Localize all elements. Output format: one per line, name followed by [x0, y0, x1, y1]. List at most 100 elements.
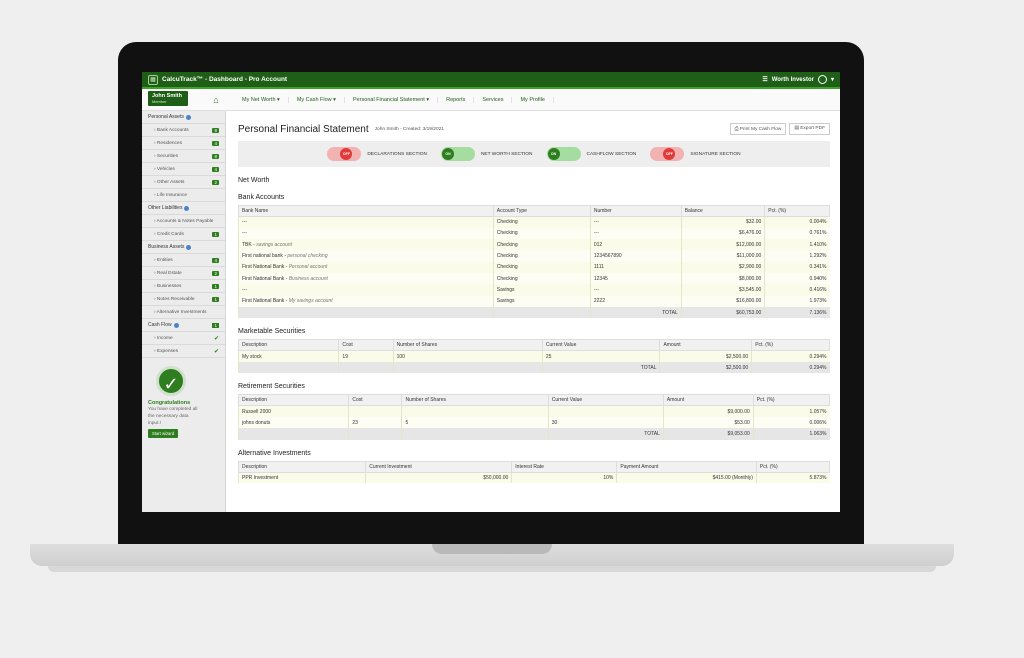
table-row[interactable]: PPR Investment $50,000.00 10% $415.00 (Mont… — [237, 472, 830, 484]
table-cell: $9,000.00 — [662, 405, 754, 418]
table-cell: 1234567890 — [589, 250, 682, 262]
table-cell: 100 — [392, 350, 543, 362]
sidebar-item[interactable]: › Accounts & Notes Payable — [142, 215, 225, 228]
column-header[interactable]: Pct. (%) — [755, 460, 831, 473]
nav-item[interactable]: My Net Worth ▾ — [234, 96, 289, 103]
table-cell: --- — [589, 216, 682, 228]
toggle-switch[interactable]: OFF — [650, 147, 685, 161]
table-cell — [237, 361, 339, 374]
column-header[interactable]: Pct. (%) — [752, 394, 831, 407]
column-header[interactable]: Amount — [662, 394, 754, 407]
column-header[interactable]: Interest Rate — [511, 460, 618, 473]
info-icon[interactable] — [185, 114, 191, 120]
table-cell — [492, 306, 591, 319]
table-row[interactable]: TBK - savings account Checking 012 $12,000.… — [238, 239, 830, 251]
table-cell — [238, 306, 494, 319]
table-row[interactable]: First National Bank - My savings account… — [238, 295, 830, 307]
info-icon[interactable] — [184, 205, 190, 211]
sidebar-item[interactable]: › Bank Accounts 8 — [142, 124, 225, 137]
nav-item[interactable]: Services — [474, 96, 513, 103]
table-row[interactable]: --- Savings --- $3,545.00 0.416% — [238, 284, 830, 296]
toggle-switch[interactable]: ON — [440, 147, 475, 161]
nav-item[interactable]: My Profile — [512, 96, 554, 103]
bank-name: First national bank — [242, 253, 283, 260]
sidebar-item[interactable]: › Credit Cards 1 — [142, 228, 225, 241]
sidebar-item[interactable]: › Securities 8 — [142, 150, 225, 163]
table-cell: $16,800.00 — [680, 295, 765, 307]
sidebar-item[interactable]: › Expenses ✔ — [142, 345, 225, 358]
column-header[interactable]: Bank Name — [238, 205, 494, 217]
table-cell: TBK - savings account — [238, 239, 494, 251]
table-row[interactable]: My stock 19 100 25 $2,500.00 0.294% — [237, 350, 830, 362]
column-header[interactable]: Pct. (%) — [764, 205, 830, 217]
toggle-knob: OFF — [663, 148, 676, 160]
column-header[interactable]: Number — [589, 205, 682, 217]
toggle-switch[interactable]: ON — [546, 147, 581, 161]
table-cell: 1.973% — [764, 295, 830, 307]
table-row[interactable]: --- Checking --- $32.00 0.004% — [238, 216, 830, 228]
nav-item[interactable]: Personal Financial Statement ▾ — [345, 96, 439, 103]
menu-icon[interactable]: ☰ — [762, 76, 767, 83]
table-row[interactable]: johns donuts 23 5 30 $53.00 0.006% — [237, 417, 830, 429]
sidebar-item[interactable]: › Residences 4 — [142, 137, 225, 150]
column-header[interactable]: Pct. (%) — [751, 339, 830, 352]
print-cash-flow-button[interactable]: ⎙ Print My Cash Flow — [729, 123, 787, 135]
column-header[interactable]: Description — [237, 394, 350, 407]
column-header[interactable]: Amount — [659, 339, 753, 352]
column-header[interactable]: Number of Shares — [401, 394, 549, 407]
info-icon[interactable] — [186, 244, 192, 250]
sidebar-item[interactable]: › Income ✔ — [142, 332, 225, 345]
table-row[interactable]: First national bank - personal checking C… — [238, 250, 830, 262]
table-cell: 0.004% — [764, 216, 830, 228]
sidebar-item[interactable]: › Notes Receivable 1 — [142, 293, 225, 306]
table-cell: Checking — [492, 250, 591, 262]
column-header[interactable]: Cost — [338, 339, 394, 352]
table-cell: Savings — [492, 295, 591, 307]
table-cell: 1.057% — [752, 405, 830, 418]
net-worth-heading: Net Worth — [238, 177, 270, 184]
sidebar-item[interactable]: › Alternative Investments — [142, 306, 225, 319]
info-icon[interactable] — [173, 322, 179, 328]
marketable-securities-heading: Marketable Securities — [238, 328, 306, 336]
table-row[interactable]: Russell 2000 $9,000.00 1.057% — [237, 405, 830, 418]
table-cell: My stock — [237, 350, 339, 362]
table-row[interactable]: --- Checking --- $6,476.00 0.761% — [238, 227, 830, 240]
column-header[interactable]: Cost — [348, 394, 403, 407]
sidebar-item[interactable]: › Life Insurance — [142, 189, 225, 202]
table-row[interactable]: First National Bank - Business account Ch… — [238, 272, 830, 285]
nav-item[interactable]: My Cash Flow ▾ — [289, 96, 345, 103]
user-menu[interactable]: Worth Investor — [772, 77, 814, 83]
marketable-securities-table: Description Cost Number of Shares Current V… — [237, 339, 830, 374]
table-cell: 0.761% — [764, 227, 830, 240]
column-header[interactable]: Account Type — [492, 205, 591, 217]
column-header[interactable]: Number of Shares — [392, 339, 543, 352]
bank-name: --- — [242, 286, 247, 293]
column-header[interactable]: Current Value — [547, 394, 664, 407]
column-header[interactable]: Current Value — [541, 339, 661, 352]
export-pdf-button[interactable]: ▤ Export PDF — [789, 123, 830, 135]
column-header[interactable]: Description — [237, 339, 340, 352]
start-wizard-button[interactable]: Start wizard — [148, 429, 179, 438]
sidebar-item[interactable]: › Businesses 1 — [142, 280, 225, 293]
table-cell: Checking — [492, 272, 591, 285]
chevron-down-icon[interactable]: ▾ — [831, 76, 834, 83]
sidebar-item-label: › Securities — [154, 153, 178, 159]
column-header[interactable]: Current Investment — [365, 460, 513, 473]
total-row: TOTAL $2,500.00 0.294% — [237, 361, 830, 374]
sidebar-item[interactable]: › Vehicles 4 — [142, 163, 225, 176]
sidebar-item[interactable]: › Other Assets 2 — [142, 176, 225, 189]
toggle-knob: ON — [547, 148, 560, 160]
user-icon[interactable] — [817, 75, 827, 84]
column-header[interactable]: Payment Amount — [616, 460, 757, 473]
toggle-switch[interactable]: OFF — [327, 147, 362, 161]
sidebar-group-label: Business Assets — [148, 244, 185, 250]
table-row[interactable]: First National Bank - Personal account Ch… — [238, 261, 830, 273]
column-header[interactable]: Balance — [680, 205, 766, 217]
table-cell: $12,000.00 — [680, 239, 765, 251]
home-icon[interactable]: ⌂ — [206, 95, 226, 105]
nav-item[interactable]: Reports — [438, 96, 475, 103]
sidebar-item[interactable]: › Real Estate 2 — [142, 267, 225, 280]
column-header[interactable]: Description — [237, 460, 367, 473]
table-cell — [547, 405, 664, 418]
sidebar-item[interactable]: › Entities 4 — [142, 254, 225, 267]
